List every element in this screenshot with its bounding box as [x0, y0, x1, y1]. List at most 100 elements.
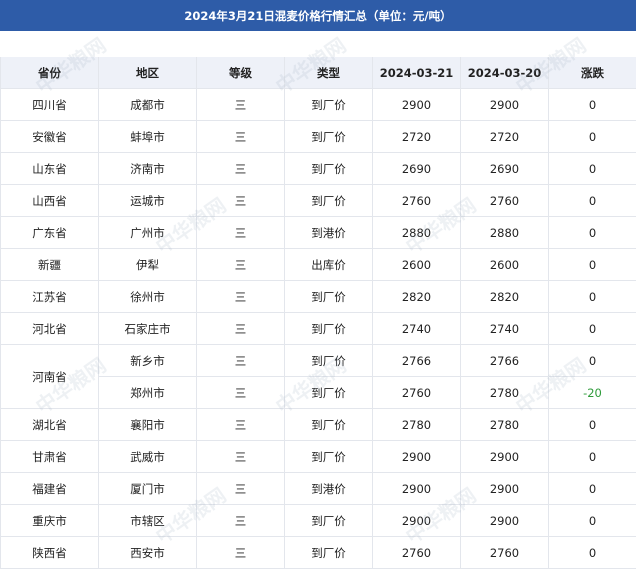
cell-grade: 三 [196, 88, 285, 121]
cell-city: 厦门市 [98, 472, 197, 505]
header-date-1: 2024-03-21 [372, 57, 461, 89]
cell-price-prev: 2780 [460, 408, 549, 441]
column-header-row: 省份 地区 等级 类型 2024-03-21 2024-03-20 涨跌 [0, 57, 636, 89]
cell-grade: 三 [196, 312, 285, 345]
cell-type: 到厂价 [284, 344, 373, 377]
cell-change: 0 [548, 408, 636, 441]
cell-city: 市辖区 [98, 504, 197, 537]
cell-change: 0 [548, 184, 636, 217]
table-row: 山东省 济南市三到厂价 2690 2690 0 [0, 152, 636, 185]
cell-province: 山西省 [0, 184, 99, 217]
cell-change: 0 [548, 440, 636, 473]
cell-city: 蚌埠市 [98, 120, 197, 153]
cell-price-prev: 2880 [460, 216, 549, 249]
cell-price-prev: 2780 [460, 376, 549, 409]
cell-change: 0 [548, 120, 636, 153]
cell-change: 0 [548, 216, 636, 249]
table-title: 2024年3月21日混麦价格行情汇总（单位：元/吨） [0, 0, 636, 31]
cell-city: 运城市 [98, 184, 197, 217]
cell-change: 0 [548, 280, 636, 313]
cell-change: -20 [548, 376, 636, 409]
cell-province: 四川省 [0, 88, 99, 121]
cell-grade: 三 [196, 504, 285, 537]
cell-change: 0 [548, 536, 636, 569]
cell-grade: 三 [196, 280, 285, 313]
cell-grade: 三 [196, 536, 285, 569]
table-row: 四川省 成都市三到厂价 2900 2900 0 [0, 88, 636, 121]
cell-type: 到厂价 [284, 312, 373, 345]
cell-type: 到厂价 [284, 504, 373, 537]
cell-grade: 三 [196, 216, 285, 249]
table-row: 甘肃省 武威市三到厂价 2900 2900 0 [0, 440, 636, 473]
cell-grade: 三 [196, 408, 285, 441]
cell-price-prev: 2820 [460, 280, 549, 313]
cell-province: 山东省 [0, 152, 99, 185]
cell-type: 到厂价 [284, 184, 373, 217]
cell-province: 福建省 [0, 472, 99, 505]
cell-price-prev: 2900 [460, 504, 549, 537]
cell-type: 到厂价 [284, 152, 373, 185]
cell-type: 到厂价 [284, 536, 373, 569]
table-row: 广东省 广州市三到港价 2880 2880 0 [0, 216, 636, 249]
cell-grade: 三 [196, 184, 285, 217]
cell-city: 郑州市 [98, 376, 197, 409]
cell-type: 到厂价 [284, 408, 373, 441]
header-date-2: 2024-03-20 [460, 57, 549, 89]
cell-type: 到厂价 [284, 376, 373, 409]
cell-city: 广州市 [98, 216, 197, 249]
cell-price-today: 2880 [372, 216, 461, 249]
cell-change: 0 [548, 88, 636, 121]
cell-province: 河北省 [0, 312, 99, 345]
cell-type: 出库价 [284, 248, 373, 281]
cell-price-prev: 2720 [460, 120, 549, 153]
cell-type: 到港价 [284, 472, 373, 505]
table-row: 江苏省 徐州市三到厂价 2820 2820 0 [0, 280, 636, 313]
cell-price-today: 2900 [372, 472, 461, 505]
cell-city: 成都市 [98, 88, 197, 121]
cell-price-prev: 2900 [460, 440, 549, 473]
cell-change: 0 [548, 344, 636, 377]
cell-grade: 三 [196, 120, 285, 153]
cell-city: 武威市 [98, 440, 197, 473]
table-row: 陕西省 西安市三到厂价 2760 2760 0 [0, 536, 636, 569]
cell-price-today: 2780 [372, 408, 461, 441]
cell-province: 江苏省 [0, 280, 99, 313]
cell-province: 安徽省 [0, 120, 99, 153]
cell-city: 徐州市 [98, 280, 197, 313]
cell-type: 到厂价 [284, 88, 373, 121]
cell-city: 襄阳市 [98, 408, 197, 441]
table-row: 山西省 运城市三到厂价 2760 2760 0 [0, 184, 636, 217]
cell-price-today: 2820 [372, 280, 461, 313]
cell-type: 到港价 [284, 216, 373, 249]
cell-province: 新疆 [0, 248, 99, 281]
cell-price-today: 2900 [372, 88, 461, 121]
cell-city: 西安市 [98, 536, 197, 569]
cell-grade: 三 [196, 376, 285, 409]
cell-city: 济南市 [98, 152, 197, 185]
table-row: 重庆市 市辖区三到厂价 2900 2900 0 [0, 504, 636, 537]
cell-grade: 三 [196, 248, 285, 281]
cell-price-prev: 2900 [460, 88, 549, 121]
cell-price-prev: 2600 [460, 248, 549, 281]
header-province: 省份 [0, 57, 99, 89]
table-row: 新疆 伊犁三出库价 2600 2600 0 [0, 248, 636, 281]
table-row: 福建省 厦门市三到港价 2900 2900 0 [0, 472, 636, 505]
header-type: 类型 [284, 57, 373, 89]
cell-price-prev: 2740 [460, 312, 549, 345]
cell-change: 0 [548, 504, 636, 537]
cell-price-today: 2900 [372, 504, 461, 537]
cell-province: 河南省 [0, 344, 99, 409]
cell-price-prev: 2690 [460, 152, 549, 185]
cell-type: 到厂价 [284, 120, 373, 153]
cell-type: 到厂价 [284, 280, 373, 313]
header-city: 地区 [98, 57, 197, 89]
cell-price-today: 2760 [372, 376, 461, 409]
cell-price-prev: 2760 [460, 536, 549, 569]
cell-city: 新乡市 [98, 344, 197, 377]
cell-province: 广东省 [0, 216, 99, 249]
header-grade: 等级 [196, 57, 285, 89]
cell-price-today: 2900 [372, 440, 461, 473]
cell-type: 到厂价 [284, 440, 373, 473]
cell-grade: 三 [196, 344, 285, 377]
table-body: 四川省 成都市三到厂价 2900 2900 0 安徽省 蚌埠市三到厂价 2720 2720 0 山东… [0, 88, 636, 569]
